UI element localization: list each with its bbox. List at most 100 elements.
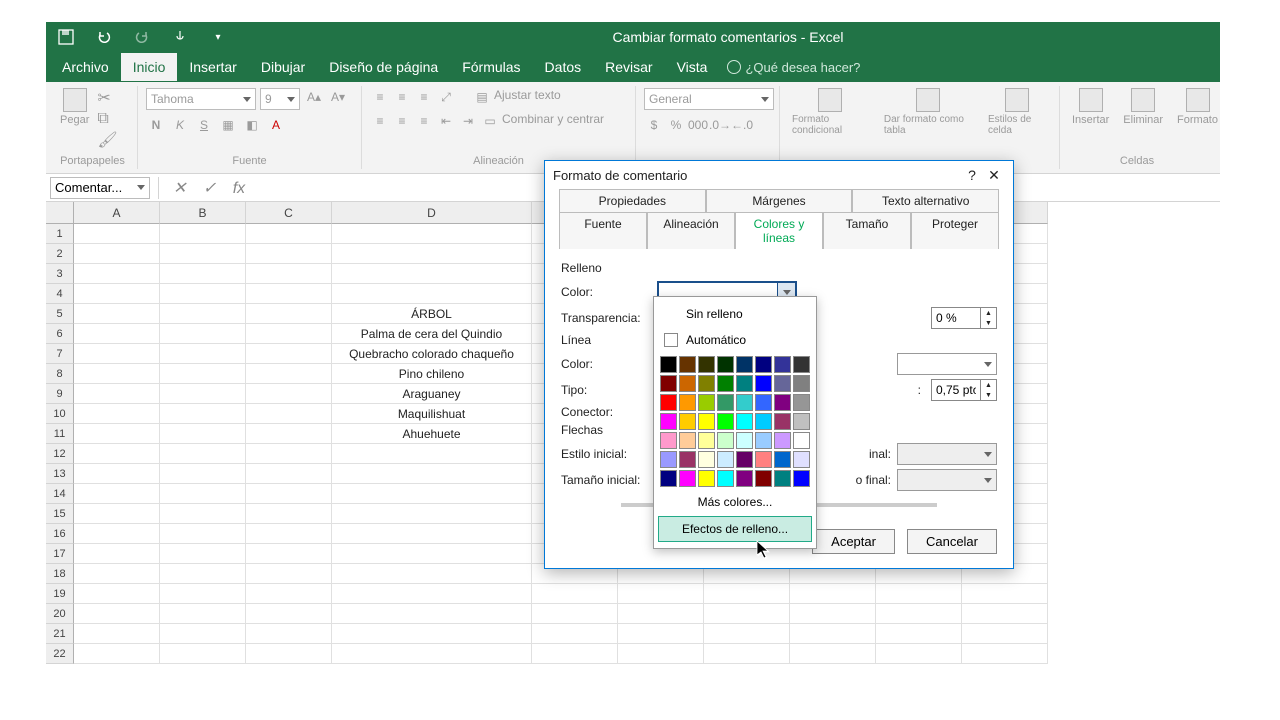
- cancel-icon[interactable]: ✕: [173, 180, 186, 197]
- arrow-end-size-select[interactable]: [897, 469, 997, 491]
- cell[interactable]: [332, 604, 532, 624]
- tab-diseno[interactable]: Diseño de página: [317, 53, 450, 81]
- color-swatch[interactable]: [698, 413, 715, 430]
- cell[interactable]: [332, 544, 532, 564]
- bold-button[interactable]: N: [146, 116, 166, 134]
- color-swatch[interactable]: [660, 413, 677, 430]
- color-swatch[interactable]: [698, 394, 715, 411]
- cell[interactable]: [160, 624, 246, 644]
- cell[interactable]: Palma de cera del Quindio: [332, 324, 532, 344]
- spin-up-icon[interactable]: ▲: [981, 380, 996, 390]
- percent-icon[interactable]: %: [666, 116, 686, 134]
- color-swatch[interactable]: [698, 451, 715, 468]
- tab-margenes[interactable]: Márgenes: [706, 189, 853, 212]
- cell[interactable]: [246, 644, 332, 664]
- color-swatch[interactable]: [717, 413, 734, 430]
- cell[interactable]: [74, 584, 160, 604]
- fill-color-icon[interactable]: ◧: [242, 116, 262, 134]
- format-painter-icon[interactable]: 🖌: [97, 130, 117, 150]
- shrink-font-icon[interactable]: A▾: [328, 88, 348, 106]
- color-swatch[interactable]: [736, 375, 753, 392]
- color-swatch[interactable]: [774, 394, 791, 411]
- cell[interactable]: [74, 264, 160, 284]
- cell[interactable]: [246, 404, 332, 424]
- cell[interactable]: [246, 444, 332, 464]
- no-fill-option[interactable]: Sin relleno: [654, 301, 816, 327]
- cell[interactable]: [618, 644, 704, 664]
- paste-button[interactable]: Pegar: [56, 88, 93, 155]
- fill-effects-link[interactable]: Efectos de relleno...: [658, 516, 812, 542]
- cell[interactable]: [74, 344, 160, 364]
- tab-archivo[interactable]: Archivo: [50, 53, 121, 81]
- cell[interactable]: [876, 584, 962, 604]
- color-swatch[interactable]: [736, 356, 753, 373]
- color-swatch[interactable]: [793, 432, 810, 449]
- color-swatch[interactable]: [793, 413, 810, 430]
- cell[interactable]: [160, 444, 246, 464]
- format-cells-button[interactable]: Formato: [1173, 88, 1222, 155]
- cell[interactable]: [246, 324, 332, 344]
- cell[interactable]: [160, 484, 246, 504]
- color-swatch[interactable]: [679, 356, 696, 373]
- cell[interactable]: [160, 564, 246, 584]
- cell[interactable]: [332, 504, 532, 524]
- underline-button[interactable]: S: [194, 116, 214, 134]
- cell[interactable]: [74, 604, 160, 624]
- row-header[interactable]: 9: [46, 384, 74, 404]
- row-header[interactable]: 11: [46, 424, 74, 444]
- line-weight-value[interactable]: [932, 380, 980, 400]
- row-header[interactable]: 19: [46, 584, 74, 604]
- cell[interactable]: [246, 504, 332, 524]
- column-header[interactable]: D: [332, 202, 532, 224]
- cell[interactable]: Maquilishuat: [332, 404, 532, 424]
- color-swatch[interactable]: [736, 451, 753, 468]
- cell[interactable]: [74, 384, 160, 404]
- cell[interactable]: [74, 324, 160, 344]
- cell[interactable]: [74, 364, 160, 384]
- cell[interactable]: [160, 604, 246, 624]
- cell[interactable]: [74, 464, 160, 484]
- cell[interactable]: [962, 624, 1048, 644]
- color-swatch[interactable]: [774, 470, 791, 487]
- cell[interactable]: [332, 624, 532, 644]
- color-swatch[interactable]: [793, 394, 810, 411]
- color-swatch[interactable]: [660, 356, 677, 373]
- color-swatch[interactable]: [774, 451, 791, 468]
- cell[interactable]: [704, 644, 790, 664]
- cell[interactable]: [246, 424, 332, 444]
- row-header[interactable]: 14: [46, 484, 74, 504]
- tab-formulas[interactable]: Fórmulas: [450, 53, 532, 81]
- close-icon[interactable]: ✕: [983, 167, 1005, 184]
- cell[interactable]: [74, 644, 160, 664]
- cell[interactable]: [246, 364, 332, 384]
- color-swatch[interactable]: [679, 451, 696, 468]
- color-swatch[interactable]: [698, 470, 715, 487]
- color-swatch[interactable]: [755, 394, 772, 411]
- enter-icon[interactable]: ✓: [203, 180, 216, 197]
- conditional-format-button[interactable]: Formato condicional: [788, 88, 872, 167]
- cell[interactable]: [246, 524, 332, 544]
- insert-cells-button[interactable]: Insertar: [1068, 88, 1113, 155]
- cell[interactable]: [74, 544, 160, 564]
- tab-propiedades[interactable]: Propiedades: [559, 189, 706, 212]
- align-bottom-icon[interactable]: ≡: [414, 88, 434, 106]
- save-icon[interactable]: [56, 27, 76, 47]
- cell[interactable]: [332, 644, 532, 664]
- cell[interactable]: [876, 624, 962, 644]
- cell[interactable]: [160, 644, 246, 664]
- cell[interactable]: [160, 524, 246, 544]
- number-format-combo[interactable]: General: [644, 88, 774, 110]
- orientation-icon[interactable]: ⤢: [436, 88, 456, 106]
- row-header[interactable]: 8: [46, 364, 74, 384]
- cell[interactable]: [160, 284, 246, 304]
- cell[interactable]: [160, 364, 246, 384]
- cell[interactable]: [160, 304, 246, 324]
- color-swatch[interactable]: [736, 413, 753, 430]
- row-header[interactable]: 4: [46, 284, 74, 304]
- cell[interactable]: [790, 624, 876, 644]
- color-swatch[interactable]: [774, 413, 791, 430]
- color-swatch[interactable]: [660, 375, 677, 392]
- column-header[interactable]: A: [74, 202, 160, 224]
- cell[interactable]: [246, 544, 332, 564]
- cell[interactable]: [332, 584, 532, 604]
